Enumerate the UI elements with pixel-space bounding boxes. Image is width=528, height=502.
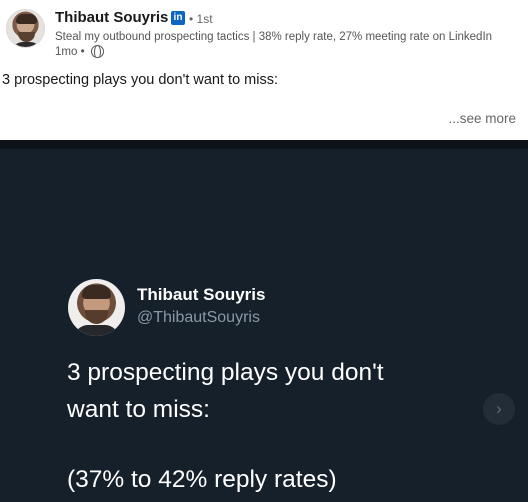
tweet-avatar-shoulders	[74, 325, 119, 336]
post-header: Thibaut Souyris in • 1st Steal my outbou…	[0, 0, 528, 140]
carousel-next-button[interactable]: ›	[483, 393, 515, 425]
tweet-author-handle: @ThibautSouyris	[137, 309, 260, 326]
tweet-author-name: Thibaut Souyris	[137, 285, 266, 304]
avatar-beard	[18, 32, 35, 42]
author-name[interactable]: Thibaut Souyris	[55, 9, 168, 26]
globe-icon	[91, 45, 104, 58]
post-time: 1mo •	[55, 46, 85, 58]
connection-degree: • 1st	[189, 12, 213, 26]
avatar-hair	[16, 14, 37, 24]
author-tagline: Steal my outbound prospecting tactics | …	[55, 31, 493, 43]
linkedin-icon: in	[171, 11, 185, 25]
see-more-link[interactable]: ...see more	[448, 111, 516, 126]
avatar-shoulders	[11, 42, 42, 47]
media-top-border	[0, 140, 528, 149]
tweet-avatar-hair	[82, 285, 111, 299]
tweet-avatar	[68, 279, 125, 336]
tweet-text-line-1: 3 prospecting plays you don't	[67, 359, 384, 386]
post-text: 3 prospecting plays you don't want to mi…	[2, 72, 278, 88]
author-avatar[interactable]	[6, 9, 45, 48]
tweet-text-line-3: (37% to 42% reply rates)	[67, 466, 337, 493]
tweet-avatar-beard	[85, 310, 108, 324]
tweet-text-line-2: want to miss:	[67, 396, 210, 423]
